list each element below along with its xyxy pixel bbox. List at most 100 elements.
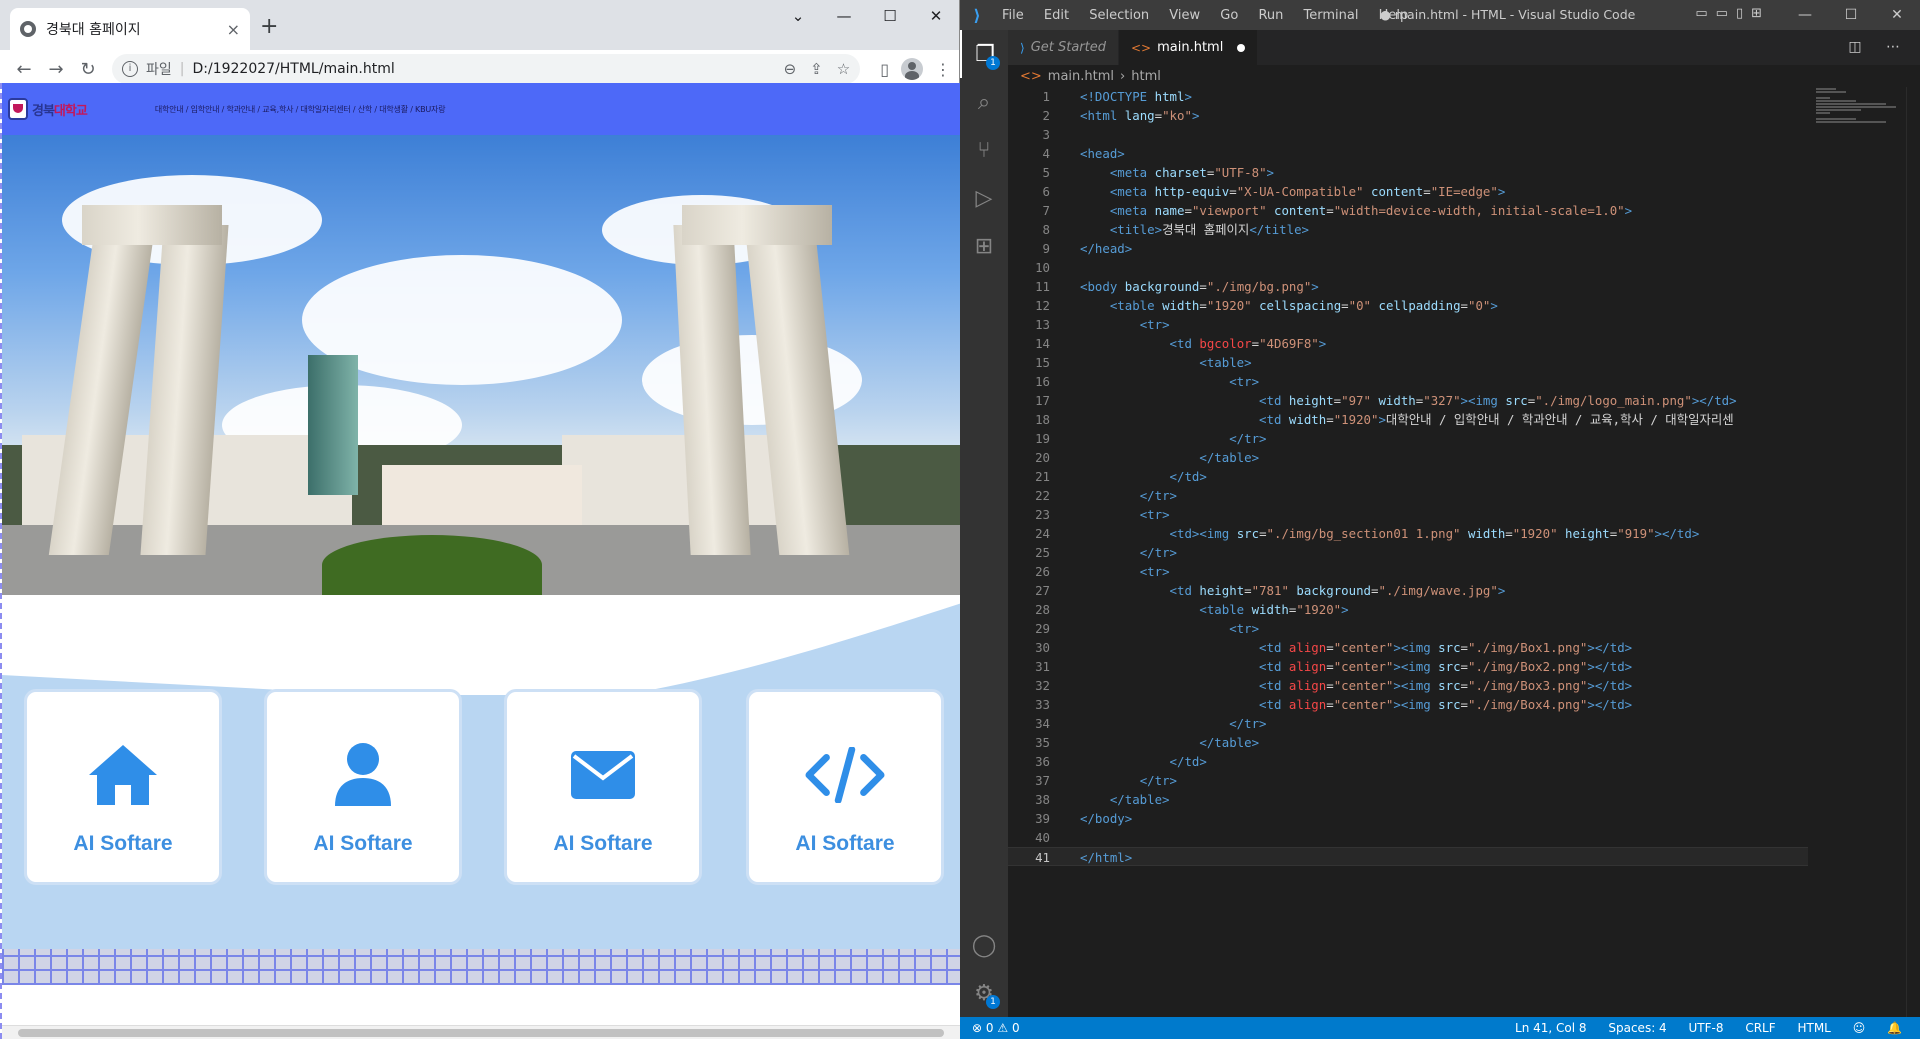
extensions-icon[interactable]: ⊞	[960, 222, 1008, 270]
notifications-bell-icon[interactable]: 🔔	[1887, 1021, 1902, 1035]
encoding[interactable]: UTF-8	[1689, 1021, 1724, 1035]
minimap[interactable]	[1816, 87, 1906, 167]
menu-go[interactable]: Go	[1220, 8, 1238, 23]
forward-icon[interactable]: →	[40, 59, 72, 80]
code-line[interactable]: 39 </body>	[1008, 809, 1808, 828]
code-line[interactable]: 27 <td height="781" background="./img/wa…	[1008, 581, 1808, 600]
indent-setting[interactable]: Spaces: 4	[1608, 1021, 1666, 1035]
code-line[interactable]: 26 <tr>	[1008, 562, 1808, 581]
feature-box-1[interactable]: AI Softare	[24, 689, 222, 885]
code-line[interactable]: 21 </td>	[1008, 467, 1808, 486]
code-line[interactable]: 18 <td width="1920">대학안내 / 입학안내 / 학과안내 /…	[1008, 410, 1808, 429]
code-line[interactable]: 1 <!DOCTYPE html>	[1008, 87, 1808, 106]
code-editor[interactable]: 1 <!DOCTYPE html> 2 <html lang="ko"> 3 4 <head…	[1008, 87, 1808, 1017]
address-bar[interactable]: i 파일 | D:/1922027/HTML/main.html ⊖ ⇪ ☆	[112, 54, 861, 84]
code-line[interactable]: 3	[1008, 125, 1808, 144]
code-line[interactable]: 32 <td align="center"><img src="./img/Bo…	[1008, 676, 1808, 695]
code-line[interactable]: 4 <head>	[1008, 144, 1808, 163]
browser-tab[interactable]: 경북대 홈페이지 ×	[10, 8, 250, 50]
tab-main-html[interactable]: <> main.html	[1119, 30, 1259, 65]
code-line[interactable]: 11 <body background="./img/bg.png">	[1008, 277, 1808, 296]
unsaved-dot-icon[interactable]	[1237, 43, 1246, 52]
feature-box-2[interactable]: AI Softare	[264, 689, 462, 885]
code-line[interactable]: 10	[1008, 258, 1808, 277]
code-line[interactable]: 38 </table>	[1008, 790, 1808, 809]
split-editor-icon[interactable]: ◫ ⋯	[1848, 39, 1910, 55]
menu-kebab-icon[interactable]: ⋮	[935, 60, 951, 79]
feature-box-3[interactable]: AI Softare	[504, 689, 702, 885]
settings-gear-icon[interactable]: ⚙ 1	[960, 969, 1008, 1017]
code-line[interactable]: 9 </head>	[1008, 239, 1808, 258]
maximize-button[interactable]: ☐	[867, 0, 913, 32]
code-line[interactable]: 25 </tr>	[1008, 543, 1808, 562]
code-line[interactable]: 33 <td align="center"><img src="./img/Bo…	[1008, 695, 1808, 714]
new-tab-button[interactable]: +	[260, 14, 278, 39]
menu-selection[interactable]: Selection	[1089, 8, 1149, 23]
code-line[interactable]: 20 </table>	[1008, 448, 1808, 467]
menu-file[interactable]: File	[1002, 8, 1024, 23]
university-logo[interactable]: 경북대학교	[8, 98, 88, 120]
explorer-icon[interactable]: ❐ 1	[960, 30, 1008, 78]
code-line[interactable]: 30 <td align="center"><img src="./img/Bo…	[1008, 638, 1808, 657]
line-ending[interactable]: CRLF	[1745, 1021, 1775, 1035]
menu-view[interactable]: View	[1169, 8, 1200, 23]
tab-search-button[interactable]: ⌄	[775, 0, 821, 32]
problems-indicator[interactable]: ⊗ 0 ⚠ 0	[960, 1021, 1515, 1035]
layout-icons[interactable]: ▭▭▯⊞	[1695, 6, 1770, 21]
code-line[interactable]: 16 <tr>	[1008, 372, 1808, 391]
code-line[interactable]: 19 </tr>	[1008, 429, 1808, 448]
profile-avatar-icon[interactable]	[901, 58, 923, 80]
code-line[interactable]: 23 <tr>	[1008, 505, 1808, 524]
feature-box-4[interactable]: AI Softare	[746, 689, 944, 885]
code-line[interactable]: 6 <meta http-equiv="X-UA-Compatible" con…	[1008, 182, 1808, 201]
code-line[interactable]: 41 </html>	[1008, 847, 1808, 866]
code-line[interactable]: 40	[1008, 828, 1808, 847]
close-button[interactable]: ✕	[1874, 0, 1920, 30]
code-line[interactable]: 29 <tr>	[1008, 619, 1808, 638]
code-line[interactable]: 17 <td height="97" width="327"><img src=…	[1008, 391, 1808, 410]
breadcrumb-file[interactable]: main.html	[1048, 69, 1114, 84]
run-debug-icon[interactable]: ▷	[960, 174, 1008, 222]
url-text[interactable]: D:/1922027/HTML/main.html	[192, 61, 769, 77]
code-line[interactable]: 34 </tr>	[1008, 714, 1808, 733]
horizontal-scrollbar[interactable]	[2, 1025, 960, 1039]
breadcrumb-symbol[interactable]: html	[1131, 69, 1161, 84]
vertical-scrollbar[interactable]	[1906, 87, 1920, 1017]
cursor-position[interactable]: Ln 41, Col 8	[1515, 1021, 1587, 1035]
menu-edit[interactable]: Edit	[1044, 8, 1069, 23]
code-line[interactable]: 2 <html lang="ko">	[1008, 106, 1808, 125]
code-line[interactable]: 22 </tr>	[1008, 486, 1808, 505]
info-icon[interactable]: i	[122, 61, 138, 77]
tab-close-button[interactable]: ×	[227, 20, 240, 39]
code-line[interactable]: 36 </td>	[1008, 752, 1808, 771]
code-line[interactable]: 13 <tr>	[1008, 315, 1808, 334]
menu-run[interactable]: Run	[1258, 8, 1283, 23]
code-line[interactable]: 7 <meta name="viewport" content="width=d…	[1008, 201, 1808, 220]
share-icon[interactable]: ⇪	[810, 60, 823, 78]
minimize-button[interactable]: —	[821, 0, 867, 32]
side-panel-icon[interactable]: ▯	[880, 60, 889, 79]
search-icon[interactable]: ⌕	[960, 78, 1008, 126]
code-line[interactable]: 12 <table width="1920" cellspacing="0" c…	[1008, 296, 1808, 315]
global-nav[interactable]: 대학안내 / 입학안내 / 학과안내 / 교육,학사 / 대학일자리센터 / 산…	[155, 104, 446, 115]
code-line[interactable]: 8 <title>경북대 홈페이지</title>	[1008, 220, 1808, 239]
language-mode[interactable]: HTML	[1797, 1021, 1830, 1035]
minimize-button[interactable]: —	[1782, 0, 1828, 30]
tab-get-started[interactable]: ⟩ Get Started	[1008, 30, 1119, 65]
scrollbar-thumb[interactable]	[18, 1029, 944, 1037]
bookmark-star-icon[interactable]: ☆	[837, 60, 850, 78]
reload-icon[interactable]: ↻	[72, 59, 104, 80]
account-icon[interactable]: ◯	[960, 921, 1008, 969]
feedback-icon[interactable]: ☺	[1853, 1021, 1866, 1035]
close-button[interactable]: ✕	[913, 0, 959, 32]
menu-terminal[interactable]: Terminal	[1304, 8, 1359, 23]
code-line[interactable]: 37 </tr>	[1008, 771, 1808, 790]
code-line[interactable]: 24 <td><img src="./img/bg_section01 1.pn…	[1008, 524, 1808, 543]
source-control-icon[interactable]: ⑂	[960, 126, 1008, 174]
code-line[interactable]: 28 <table width="1920">	[1008, 600, 1808, 619]
zoom-icon[interactable]: ⊖	[784, 60, 797, 78]
maximize-button[interactable]: ☐	[1828, 0, 1874, 30]
code-line[interactable]: 31 <td align="center"><img src="./img/Bo…	[1008, 657, 1808, 676]
code-line[interactable]: 14 <td bgcolor="4D69F8">	[1008, 334, 1808, 353]
code-line[interactable]: 5 <meta charset="UTF-8">	[1008, 163, 1808, 182]
